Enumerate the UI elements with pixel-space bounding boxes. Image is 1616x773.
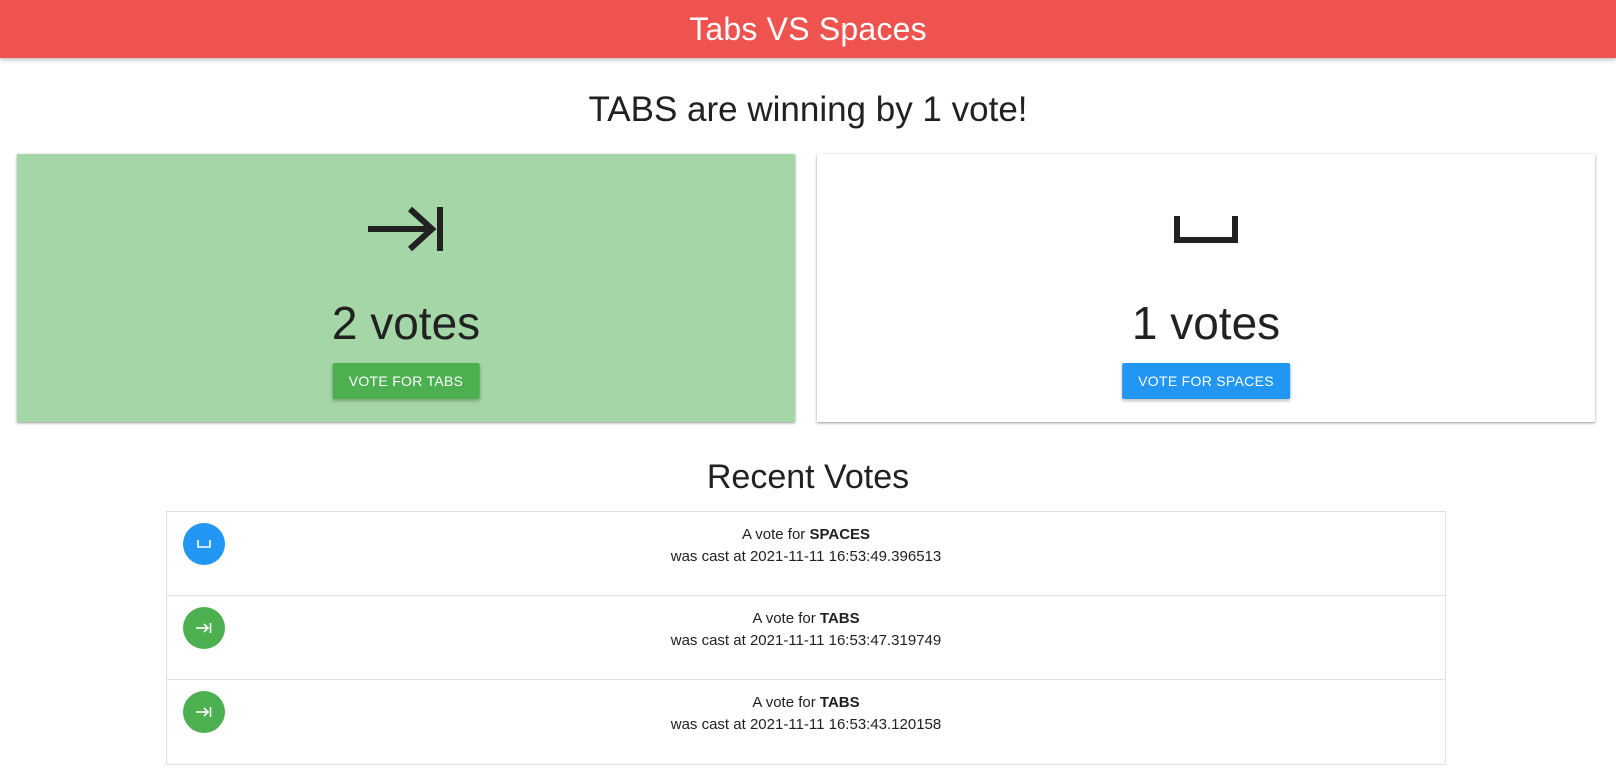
list-item: A vote for TABS was cast at 2021-11-11 1… <box>167 596 1445 680</box>
vote-team: SPACES <box>809 526 871 543</box>
app-title: Tabs VS Spaces <box>689 10 927 47</box>
status-headline: TABS are winning by 1 vote! <box>588 90 1028 129</box>
vote-for-spaces-button[interactable]: VOTE FOR SPACES <box>1122 363 1290 399</box>
vote-cast-prefix: was cast at <box>670 548 746 565</box>
list-item: A vote for TABS was cast at 2021-11-11 1… <box>167 680 1445 764</box>
vote-for-tabs-button[interactable]: VOTE FOR TABS <box>332 363 480 399</box>
vote-timestamp: 2021-11-11 16:53:47.319749 <box>749 632 942 649</box>
vote-description: A vote for TABS was cast at 2021-11-11 1… <box>167 608 1445 652</box>
vote-prefix: A vote for <box>752 694 816 711</box>
recent-votes-list: A vote for SPACES was cast at 2021-11-11… <box>166 511 1446 765</box>
tabs-vote-count: 2 votes <box>331 297 481 349</box>
recent-votes-title: Recent Votes <box>706 458 910 496</box>
vote-description: A vote for SPACES was cast at 2021-11-11… <box>167 524 1445 568</box>
vote-prefix: A vote for <box>752 610 816 627</box>
vote-cast-prefix: was cast at <box>670 632 746 649</box>
spaces-vote-count: 1 votes <box>1131 297 1281 349</box>
space-icon <box>817 194 1595 264</box>
vote-cast-prefix: was cast at <box>670 716 746 733</box>
vote-prefix: A vote for <box>741 526 806 543</box>
tabs-card: 2 votes VOTE FOR TABS <box>17 154 795 422</box>
vote-timestamp: 2021-11-11 16:53:43.120158 <box>749 716 942 733</box>
vote-timestamp: 2021-11-11 16:53:49.396513 <box>749 548 942 565</box>
list-item: A vote for SPACES was cast at 2021-11-11… <box>167 512 1445 596</box>
spaces-card: 1 votes VOTE FOR SPACES <box>817 154 1595 422</box>
vote-team: TABS <box>819 694 860 711</box>
tab-arrow-icon <box>17 194 795 264</box>
app-header: Tabs VS Spaces <box>0 0 1616 58</box>
vote-description: A vote for TABS was cast at 2021-11-11 1… <box>167 692 1445 736</box>
vote-team: TABS <box>819 610 860 627</box>
